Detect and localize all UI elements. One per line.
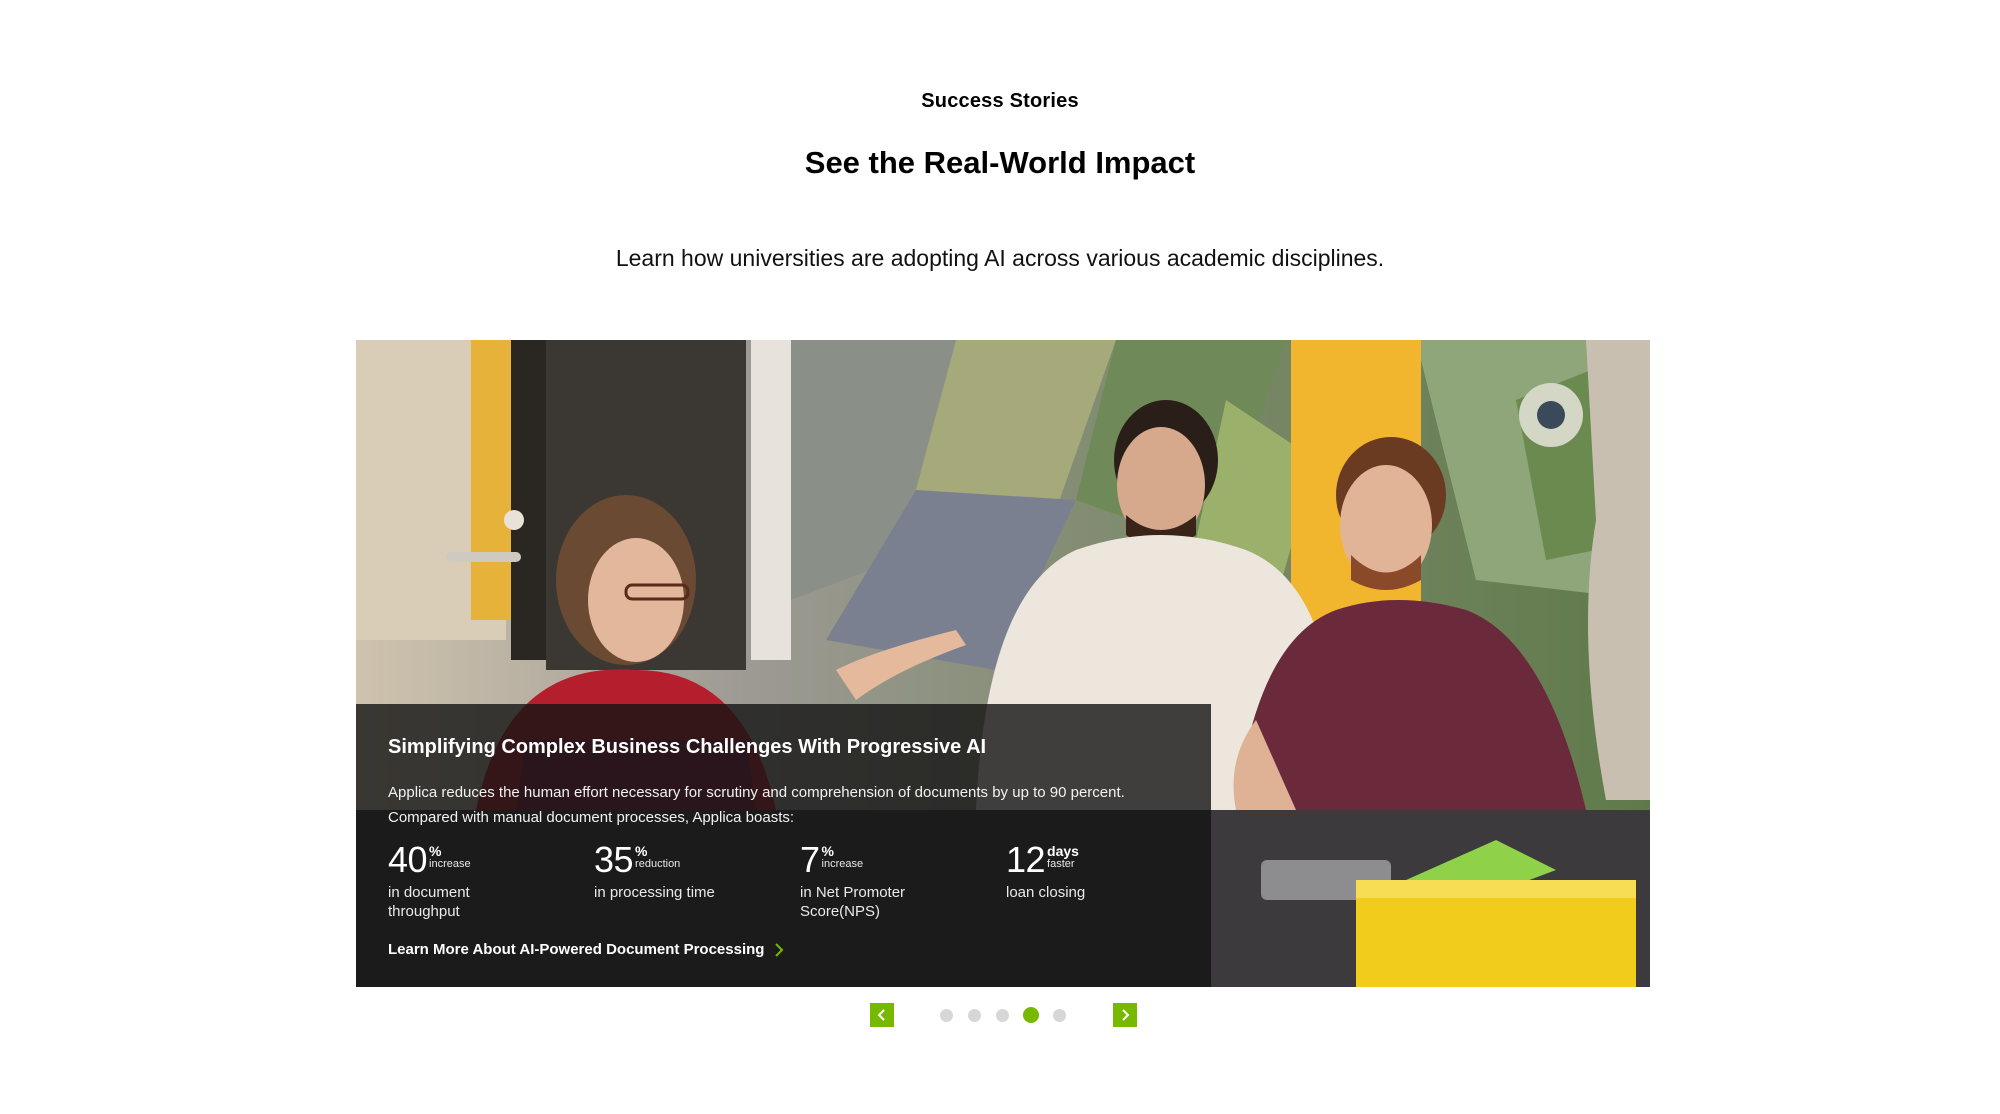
carousel-next-button[interactable]	[1113, 1003, 1137, 1027]
stat-qualifier: faster	[1047, 858, 1075, 870]
stat-value: 35	[594, 839, 634, 880]
stat-caption: in processing time	[594, 884, 715, 901]
stat-net-promoter-score: 7 % increase in Net Promoter Score(NPS)	[800, 840, 1000, 921]
carousel-dot-2[interactable]	[968, 1009, 981, 1022]
section-headline: See the Real-World Impact	[804, 145, 1196, 180]
stat-value: 12	[1006, 839, 1046, 880]
story-overlay-panel: Simplifying Complex Business Challenges …	[356, 704, 1211, 987]
stat-unit: %	[429, 843, 442, 859]
carousel-dot-1[interactable]	[940, 1009, 953, 1022]
carousel-prev-button[interactable]	[870, 1003, 894, 1027]
stat-document-throughput: 40 % increase in document throughput	[388, 840, 588, 921]
learn-more-label: Learn More About AI-Powered Document Pro…	[388, 941, 765, 958]
learn-more-link[interactable]: Learn More About AI-Powered Document Pro…	[388, 941, 786, 958]
stat-unit: %	[821, 843, 834, 859]
stats-row: 40 % increase in document throughput 35 …	[388, 840, 1188, 930]
stat-unit: days	[1047, 843, 1079, 859]
chevron-right-icon	[1122, 1009, 1130, 1021]
stat-qualifier: increase	[821, 858, 864, 870]
section-eyebrow: Success Stories	[921, 90, 1079, 112]
story-description: Applica reduces the human effort necessa…	[388, 780, 1188, 830]
stat-value: 7	[800, 839, 820, 880]
chevron-right-icon	[775, 942, 784, 957]
story-description-line-1: Applica reduces the human effort necessa…	[388, 784, 1125, 801]
stat-caption: loan closing	[1006, 884, 1086, 901]
stat-caption: in document throughput	[388, 884, 470, 920]
carousel-dot-4[interactable]	[1023, 1007, 1039, 1023]
carousel-slide: Simplifying Complex Business Challenges …	[356, 340, 1650, 987]
stat-value: 40	[388, 839, 428, 880]
stat-qualifier: increase	[429, 858, 471, 870]
chevron-left-icon	[877, 1009, 885, 1021]
stat-loan-closing: 12 days faster loan closing	[1006, 840, 1206, 902]
stat-processing-time: 35 % reduction in processing time	[594, 840, 794, 902]
carousel-dot-3[interactable]	[996, 1009, 1009, 1022]
section-subhead: Learn how universities are adopting AI a…	[615, 245, 1385, 271]
story-title: Simplifying Complex Business Challenges …	[388, 736, 987, 758]
stat-unit: %	[635, 843, 648, 859]
story-description-line-2: Compared with manual document processes,…	[388, 809, 795, 826]
stat-caption: in Net Promoter Score(NPS)	[800, 884, 906, 920]
carousel-dot-5[interactable]	[1053, 1009, 1066, 1022]
stat-qualifier: reduction	[635, 858, 681, 870]
